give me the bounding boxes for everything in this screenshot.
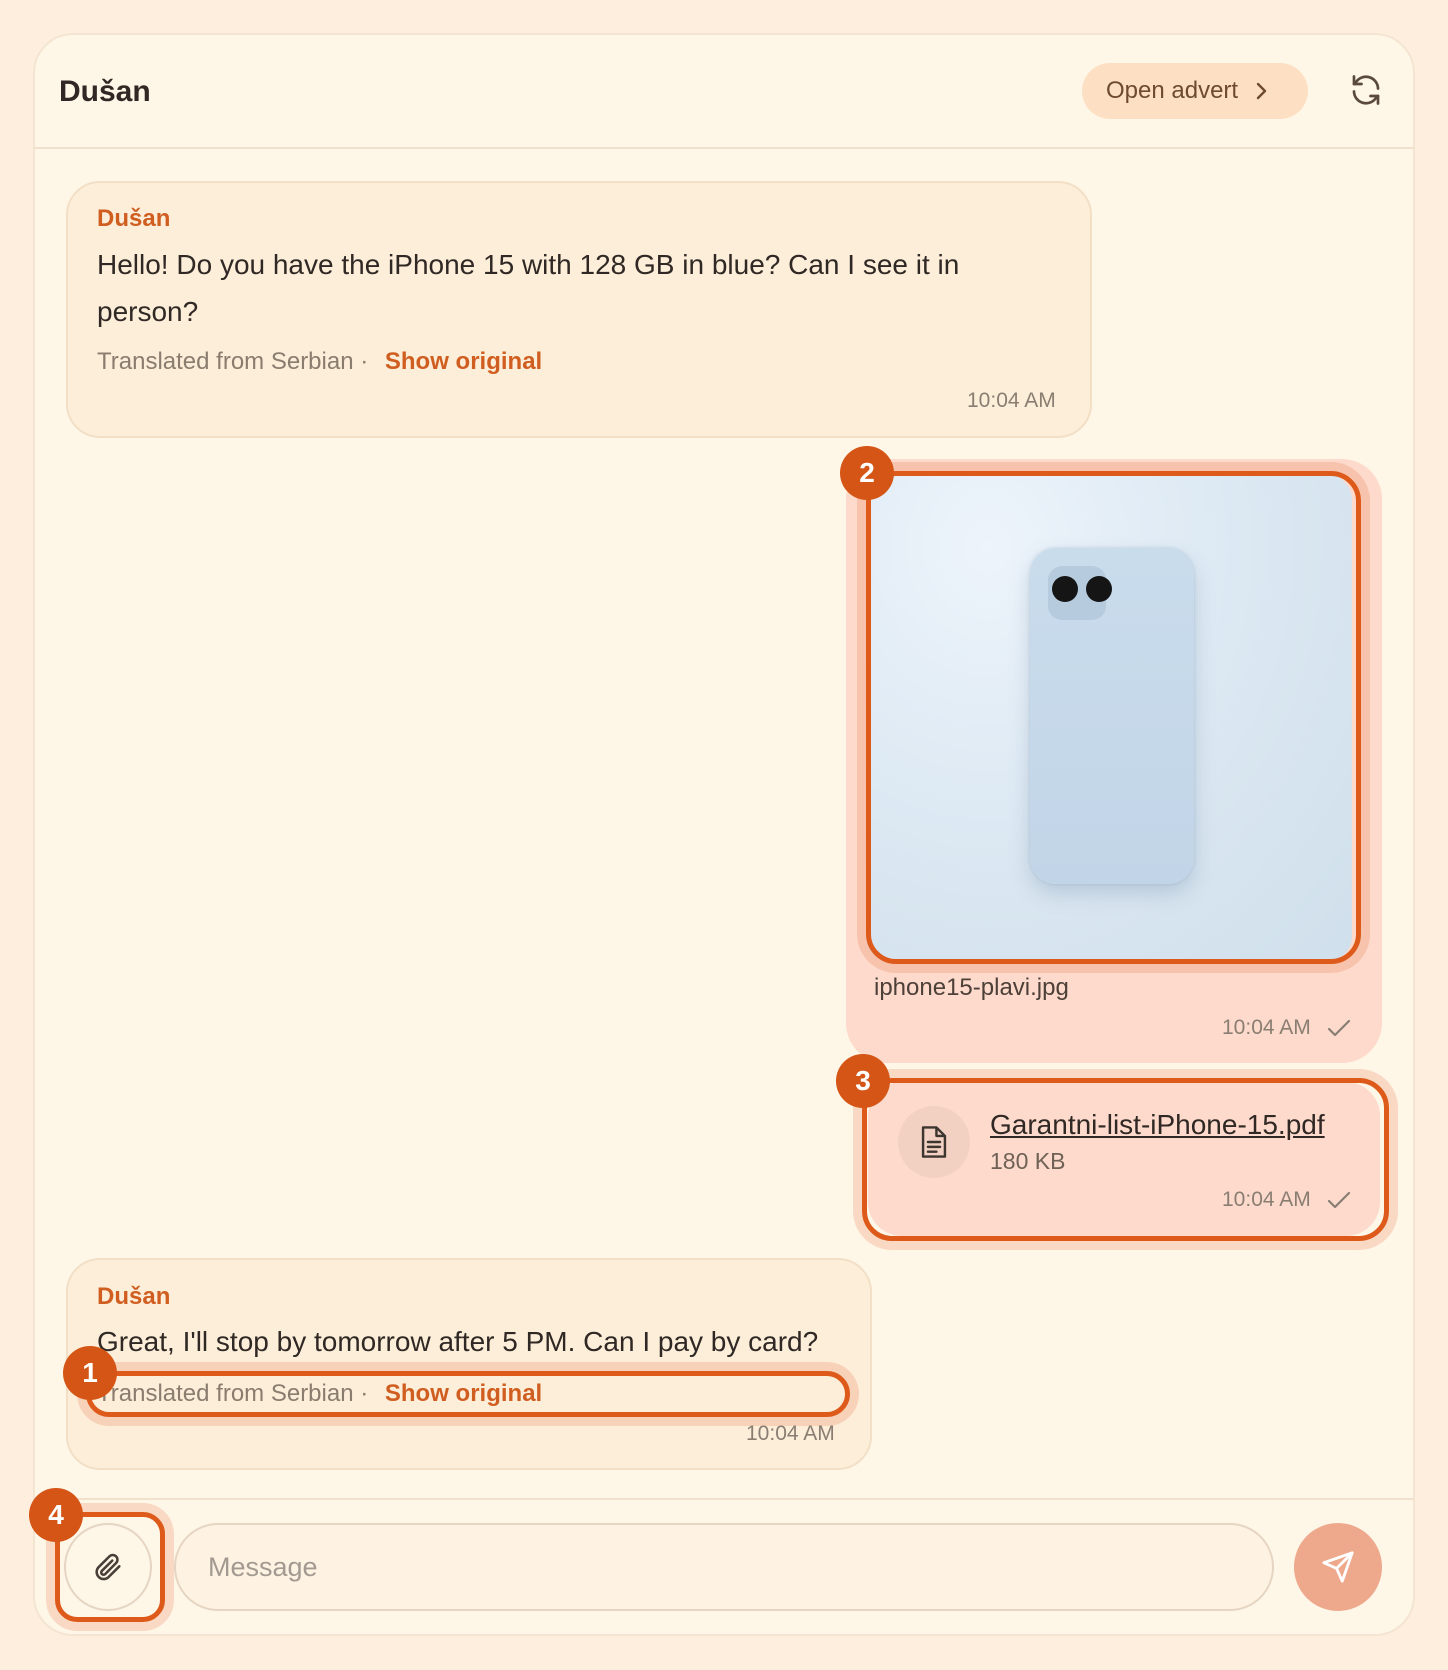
send-icon (1322, 1551, 1354, 1583)
refresh-icon[interactable] (1348, 72, 1384, 108)
message-time-text: 10:04 AM (1222, 1188, 1311, 1211)
chat-title: Dušan (59, 75, 151, 108)
message-text: Hello! Do you have the iPhone 15 with 12… (97, 249, 960, 327)
check-icon (1327, 1020, 1350, 1037)
document-icon (921, 1126, 947, 1158)
send-button[interactable] (1294, 1523, 1382, 1611)
chat-header: Dušan Open advert (35, 35, 1413, 149)
message-sender: Dušan (97, 1283, 171, 1310)
annotation-badge-3: 3 (836, 1054, 890, 1108)
message-time: 10:04 AM (967, 389, 1056, 412)
file-name-link[interactable]: Garantni-list-iPhone-15.pdf (990, 1109, 1325, 1141)
chevron-right-icon (1256, 82, 1267, 100)
annotation-badge-1: 1 (63, 1346, 117, 1400)
highlight-box-1 (86, 1371, 850, 1417)
composer-divider (35, 1498, 1413, 1500)
message-sender: Dušan (97, 205, 171, 232)
annotation-badge-2: 2 (840, 446, 894, 500)
translation-note: Translated from Serbian · Show original (97, 348, 542, 376)
highlight-box-2 (866, 471, 1361, 964)
message-time: 10:04 AM (1222, 1188, 1351, 1212)
message-time-text: 10:04 AM (1222, 1016, 1311, 1039)
message-text: Great, I'll stop by tomorrow after 5 PM.… (97, 1326, 819, 1357)
check-icon (1327, 1192, 1350, 1209)
open-advert-label: Open advert (1106, 77, 1239, 104)
annotation-badge-4: 4 (29, 1488, 83, 1542)
show-original-link[interactable]: Show original (385, 348, 542, 375)
translated-label: Translated from Serbian · (97, 348, 369, 375)
open-advert-button[interactable]: Open advert (1082, 63, 1308, 119)
message-time: 10:04 AM (746, 1422, 835, 1445)
file-size: 180 KB (990, 1148, 1066, 1174)
message-time: 10:04 AM (1222, 1016, 1351, 1040)
image-filename: iphone15-plavi.jpg (874, 974, 1069, 1001)
file-icon-container (898, 1106, 970, 1178)
message-input[interactable] (174, 1523, 1274, 1611)
